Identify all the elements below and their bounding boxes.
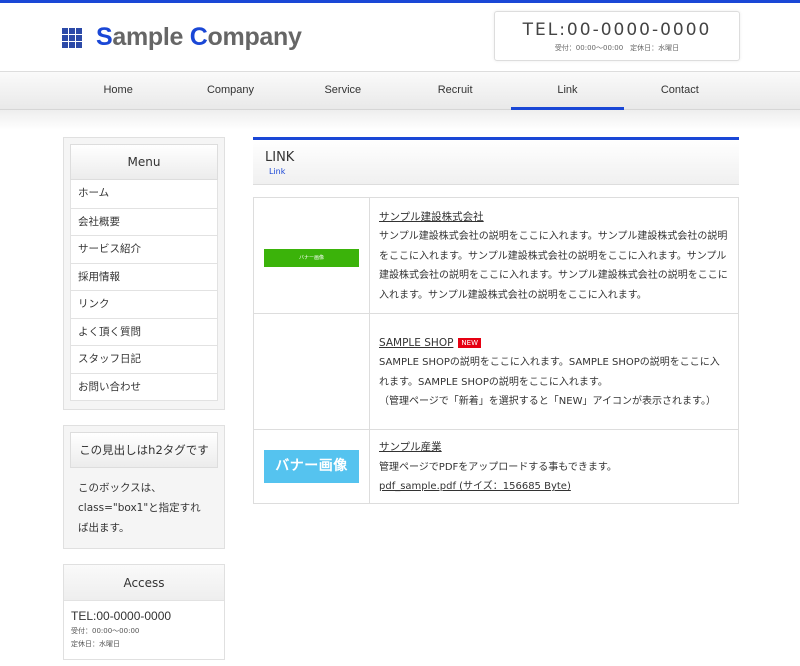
banner-image-link[interactable]: バナー画像 xyxy=(264,450,359,483)
link-table: バナー画像 サンプル建設株式会社 サンプル建設株式会社の説明をここに入れます。サ… xyxy=(253,197,739,504)
menu-item-company[interactable]: 会社概要 xyxy=(71,207,217,236)
pdf-file-link[interactable]: pdf_sample.pdf (サイズ：156685 Byte) xyxy=(379,477,729,497)
table-row: バナー画像 サンプル産業 管理ページでPDFをアップロードする事もできます。 p… xyxy=(253,429,739,504)
global-nav: Home Company Service Recruit Link Contac… xyxy=(0,71,800,110)
banner-image-link[interactable]: バナー画像 xyxy=(264,249,359,267)
menu-item-link[interactable]: リンク xyxy=(71,290,217,318)
info-box-heading: この見出しはh2タグです xyxy=(70,432,218,468)
info-box-text: このボックスは、class="box1"と指定すれば出ます。 xyxy=(78,482,201,534)
access-tel: TEL:00-0000-0000 xyxy=(71,609,172,623)
page-subtitle: Link xyxy=(269,167,286,176)
menu-item-staff-diary[interactable]: スタッフ日記 xyxy=(71,345,217,373)
page-title: LINK xyxy=(265,150,295,165)
access-closed-day: 定休日：水曜日 xyxy=(71,640,120,648)
nav-shadow xyxy=(0,110,800,130)
link-title[interactable]: サンプル産業 xyxy=(379,438,729,458)
header-tel-number: TEL:00-0000-0000 xyxy=(522,20,712,40)
page-title-box: LINK Link xyxy=(253,137,739,185)
nav-item-contact[interactable]: Contact xyxy=(624,72,736,110)
menu-item-service[interactable]: サービス紹介 xyxy=(71,235,217,263)
nav-item-link[interactable]: Link xyxy=(511,72,624,110)
logo-grid-icon xyxy=(62,27,82,48)
menu-item-home[interactable]: ホーム xyxy=(71,180,217,208)
menu-item-recruit[interactable]: 採用情報 xyxy=(71,262,217,291)
header: Sample Company TEL:00-0000-0000 受付：00:00… xyxy=(0,3,800,71)
logo-text: Sample Company xyxy=(96,23,302,51)
link-description: サンプル建設株式会社の説明をここに入れます。サンプル建設株式会社の説明をここに入… xyxy=(379,231,728,301)
nav-item-service[interactable]: Service xyxy=(287,72,399,110)
empty-banner-cell xyxy=(253,313,370,430)
link-description: SAMPLE SHOPの説明をここに入れます。SAMPLE SHOPの説明をここ… xyxy=(379,357,720,388)
sidebar-access-box: Access TEL:00-0000-0000 受付：00:00〜00:00 定… xyxy=(63,564,225,660)
nav-item-recruit[interactable]: Recruit xyxy=(399,72,511,110)
table-row: SAMPLE SHOP NEW SAMPLE SHOPの説明をここに入れます。SA… xyxy=(253,313,739,430)
link-note: （管理ページで「新着」を選択すると「NEW」アイコンが表示されます。） xyxy=(379,396,716,407)
link-title[interactable]: SAMPLE SHOP xyxy=(379,337,453,349)
access-hours: 受付：00:00〜00:00 xyxy=(71,627,140,635)
link-title[interactable]: サンプル建設株式会社 xyxy=(379,208,729,228)
menu-list: ホーム 会社概要 サービス紹介 採用情報 リンク よく頂く質問 スタッフ日記 お… xyxy=(70,180,218,401)
link-description: 管理ページでPDFをアップロードする事もできます。 xyxy=(379,461,617,473)
new-badge: NEW xyxy=(458,337,482,348)
company-logo[interactable]: Sample Company xyxy=(62,23,302,52)
access-heading: Access xyxy=(64,565,224,601)
menu-item-contact[interactable]: お問い合わせ xyxy=(71,372,217,401)
menu-item-faq[interactable]: よく頂く質問 xyxy=(71,317,217,346)
header-tel-box: TEL:00-0000-0000 受付：00:00〜00:00 定休日：水曜日 xyxy=(494,11,740,61)
nav-item-company[interactable]: Company xyxy=(174,72,286,110)
menu-heading: Menu xyxy=(70,144,218,180)
nav-item-home[interactable]: Home xyxy=(62,72,174,110)
sidebar-menu-box: Menu ホーム 会社概要 サービス紹介 採用情報 リンク よく頂く質問 スタッ… xyxy=(63,137,225,410)
header-business-hours: 受付：00:00〜00:00 定休日：水曜日 xyxy=(554,44,680,52)
table-row: バナー画像 サンプル建設株式会社 サンプル建設株式会社の説明をここに入れます。サ… xyxy=(253,197,739,314)
sidebar-info-box: この見出しはh2タグです このボックスは、class="box1"と指定すれば出… xyxy=(63,425,225,549)
